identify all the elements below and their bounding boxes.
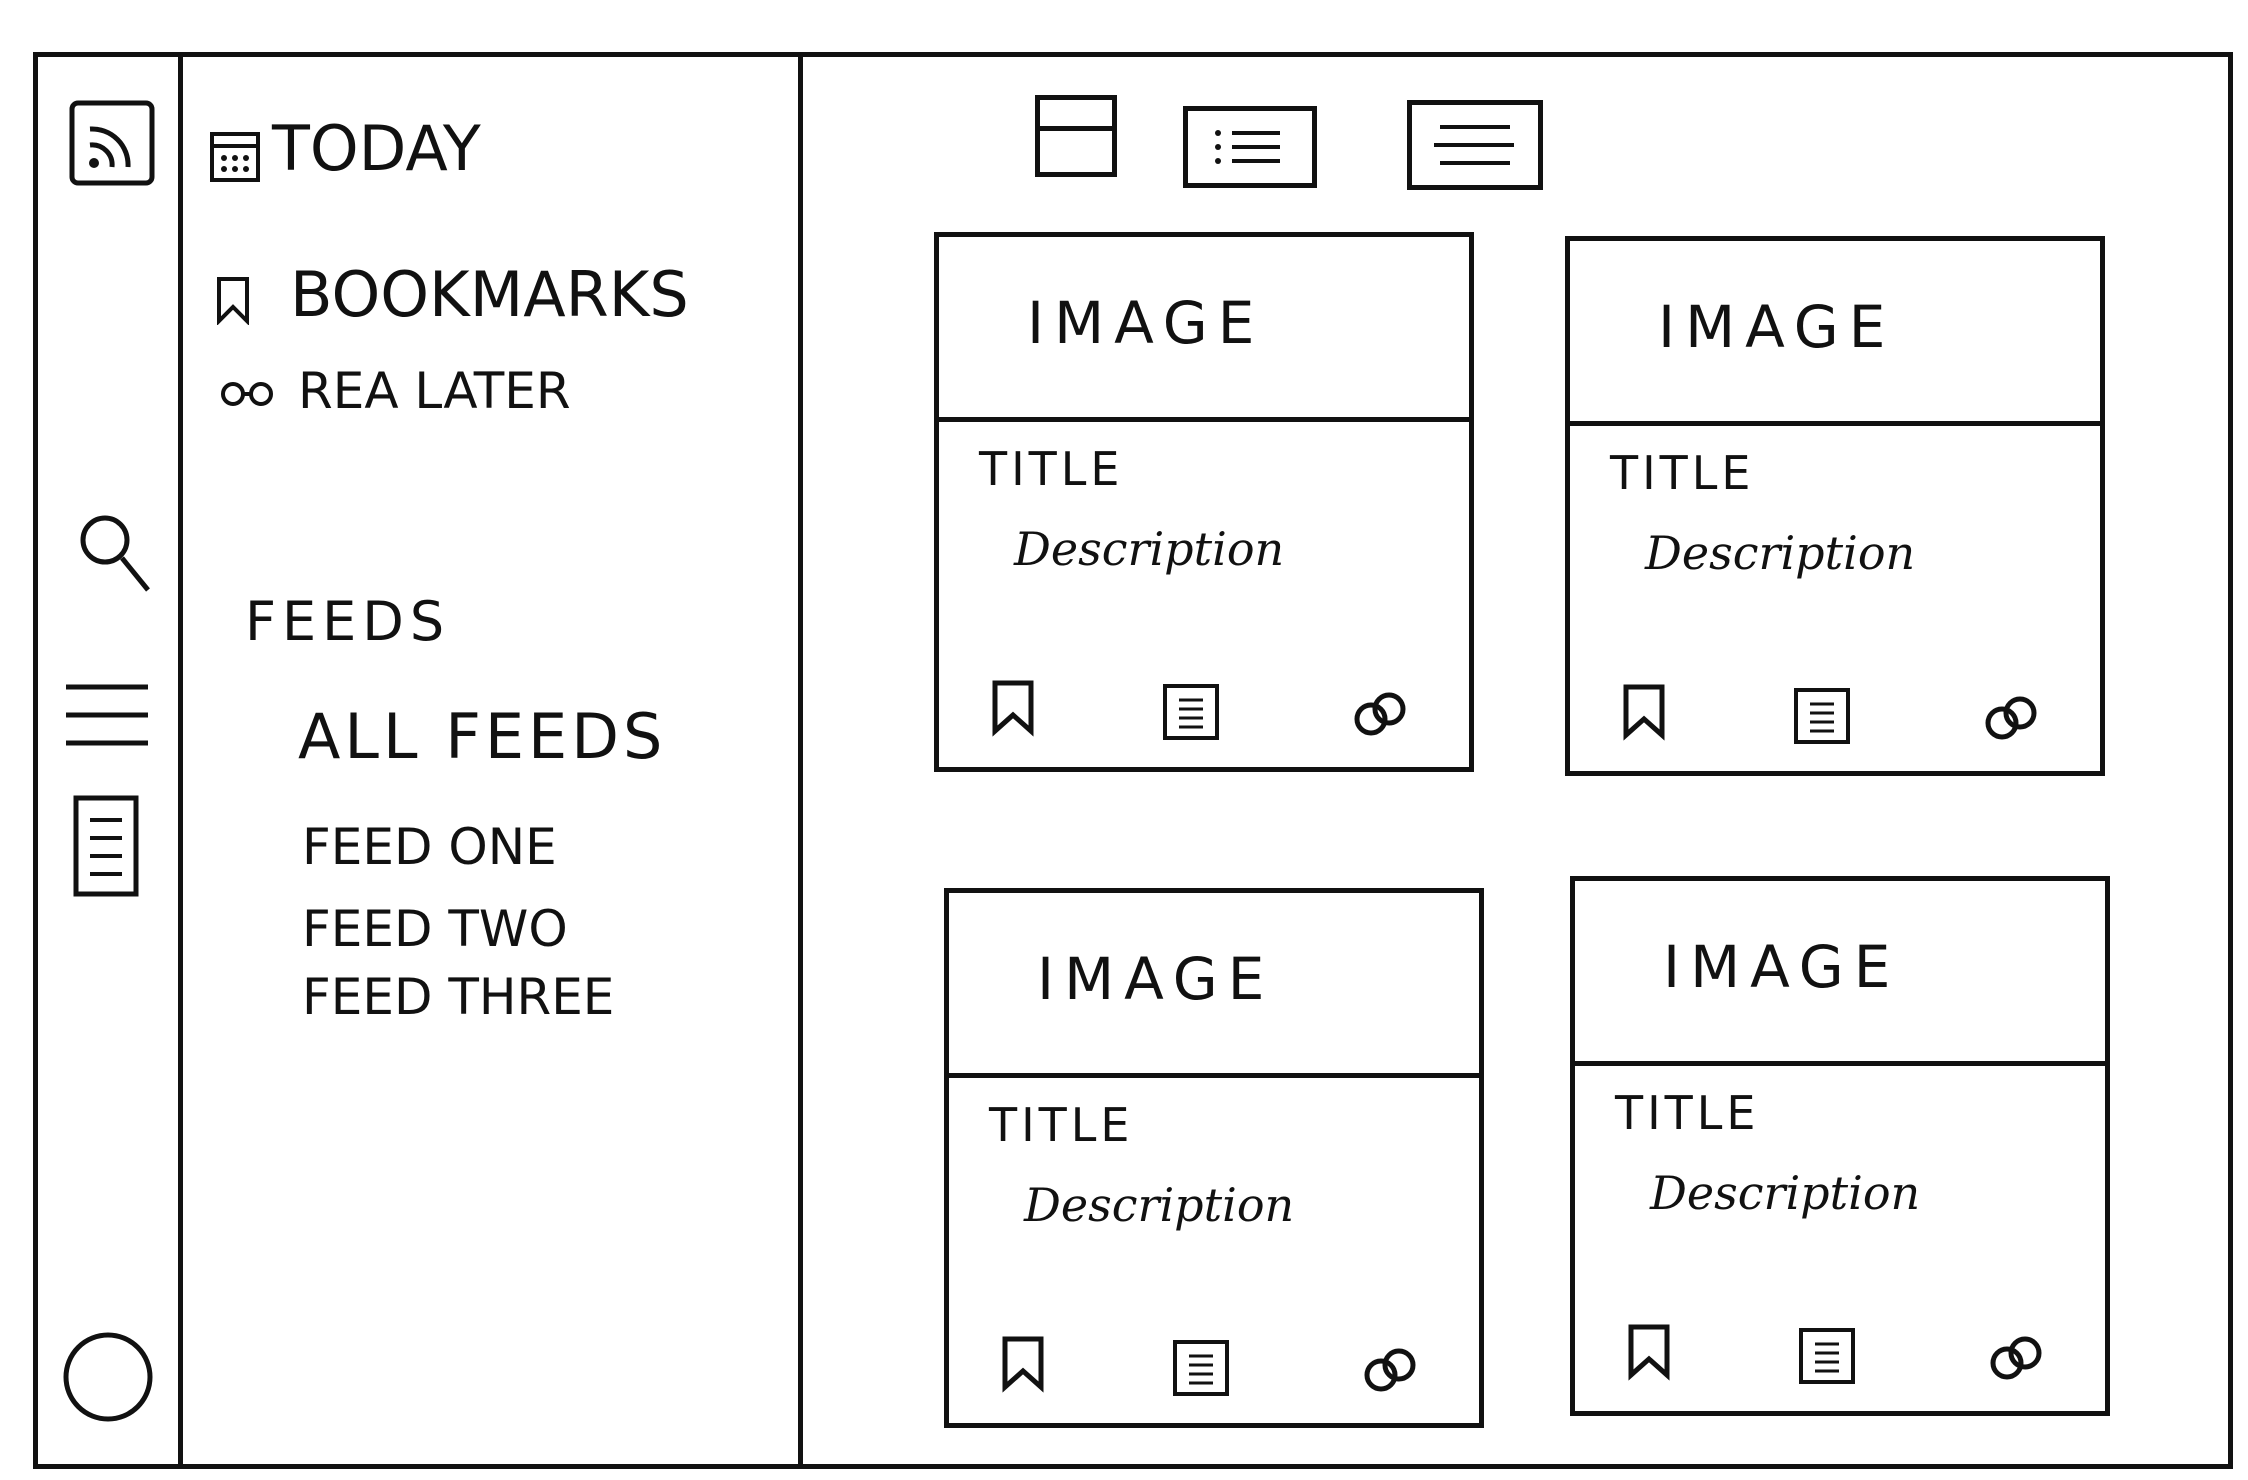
bookmark-icon: [217, 277, 249, 325]
sidebar-divider: [798, 52, 803, 1469]
article-card[interactable]: IMAGE TITLE Description: [944, 888, 1484, 1428]
bookmark-icon[interactable]: [1620, 681, 1668, 741]
card-description: Description: [1645, 526, 1916, 580]
image-label: IMAGE: [1663, 933, 1901, 1001]
card-image-placeholder: IMAGE: [949, 893, 1479, 1078]
card-image-placeholder: IMAGE: [1575, 881, 2105, 1066]
list-view-icon[interactable]: [1183, 106, 1317, 188]
card-description: Description: [1014, 522, 1285, 576]
icon-rail: [38, 57, 178, 1464]
glasses-icon: [221, 382, 273, 406]
read-later-icon[interactable]: [1792, 686, 1852, 746]
card-title: TITLE: [989, 1098, 1134, 1152]
notes-icon[interactable]: [68, 792, 148, 902]
card-image-placeholder: IMAGE: [1570, 241, 2100, 426]
card-image-placeholder: IMAGE: [939, 237, 1469, 422]
text-view-icon[interactable]: [1407, 100, 1543, 190]
read-later-icon[interactable]: [1161, 682, 1221, 742]
link-icon[interactable]: [1985, 1329, 2047, 1387]
feed-item[interactable]: FEED THREE: [302, 968, 614, 1026]
link-icon[interactable]: [1349, 685, 1411, 743]
calendar-icon: [210, 132, 260, 182]
link-icon[interactable]: [1980, 689, 2042, 747]
bookmark-icon[interactable]: [989, 677, 1037, 737]
today-label: TODAY: [272, 112, 481, 185]
read-later-label: REA LATER: [298, 362, 571, 420]
article-card[interactable]: IMAGE TITLE Description: [1565, 236, 2105, 776]
card-description: Description: [1650, 1166, 1921, 1220]
profile-circle-icon[interactable]: [56, 1325, 160, 1429]
bookmark-icon[interactable]: [999, 1333, 1047, 1393]
read-later-icon[interactable]: [1171, 1338, 1231, 1398]
article-card[interactable]: IMAGE TITLE Description: [934, 232, 1474, 772]
article-card[interactable]: IMAGE TITLE Description: [1570, 876, 2110, 1416]
rail-divider: [178, 52, 183, 1469]
image-label: IMAGE: [1037, 945, 1275, 1013]
card-view-icon[interactable]: [1035, 95, 1117, 177]
card-title: TITLE: [1610, 446, 1755, 500]
card-title: TITLE: [1615, 1086, 1760, 1140]
card-title: TITLE: [979, 442, 1124, 496]
bookmarks-label: BOOKMARKS: [290, 258, 689, 331]
image-label: IMAGE: [1658, 293, 1896, 361]
link-icon[interactable]: [1359, 1341, 1421, 1399]
card-description: Description: [1024, 1178, 1295, 1232]
rss-icon[interactable]: [64, 95, 160, 191]
feeds-heading: FEEDS: [245, 590, 451, 653]
search-icon[interactable]: [70, 502, 160, 602]
read-later-icon[interactable]: [1797, 1326, 1857, 1386]
menu-icon[interactable]: [60, 675, 156, 755]
feed-item[interactable]: FEED ONE: [302, 818, 557, 876]
all-feeds-link[interactable]: ALL FEEDS: [298, 700, 666, 773]
feed-item[interactable]: FEED TWO: [302, 900, 568, 958]
image-label: IMAGE: [1027, 289, 1265, 357]
bookmark-icon[interactable]: [1625, 1321, 1673, 1381]
